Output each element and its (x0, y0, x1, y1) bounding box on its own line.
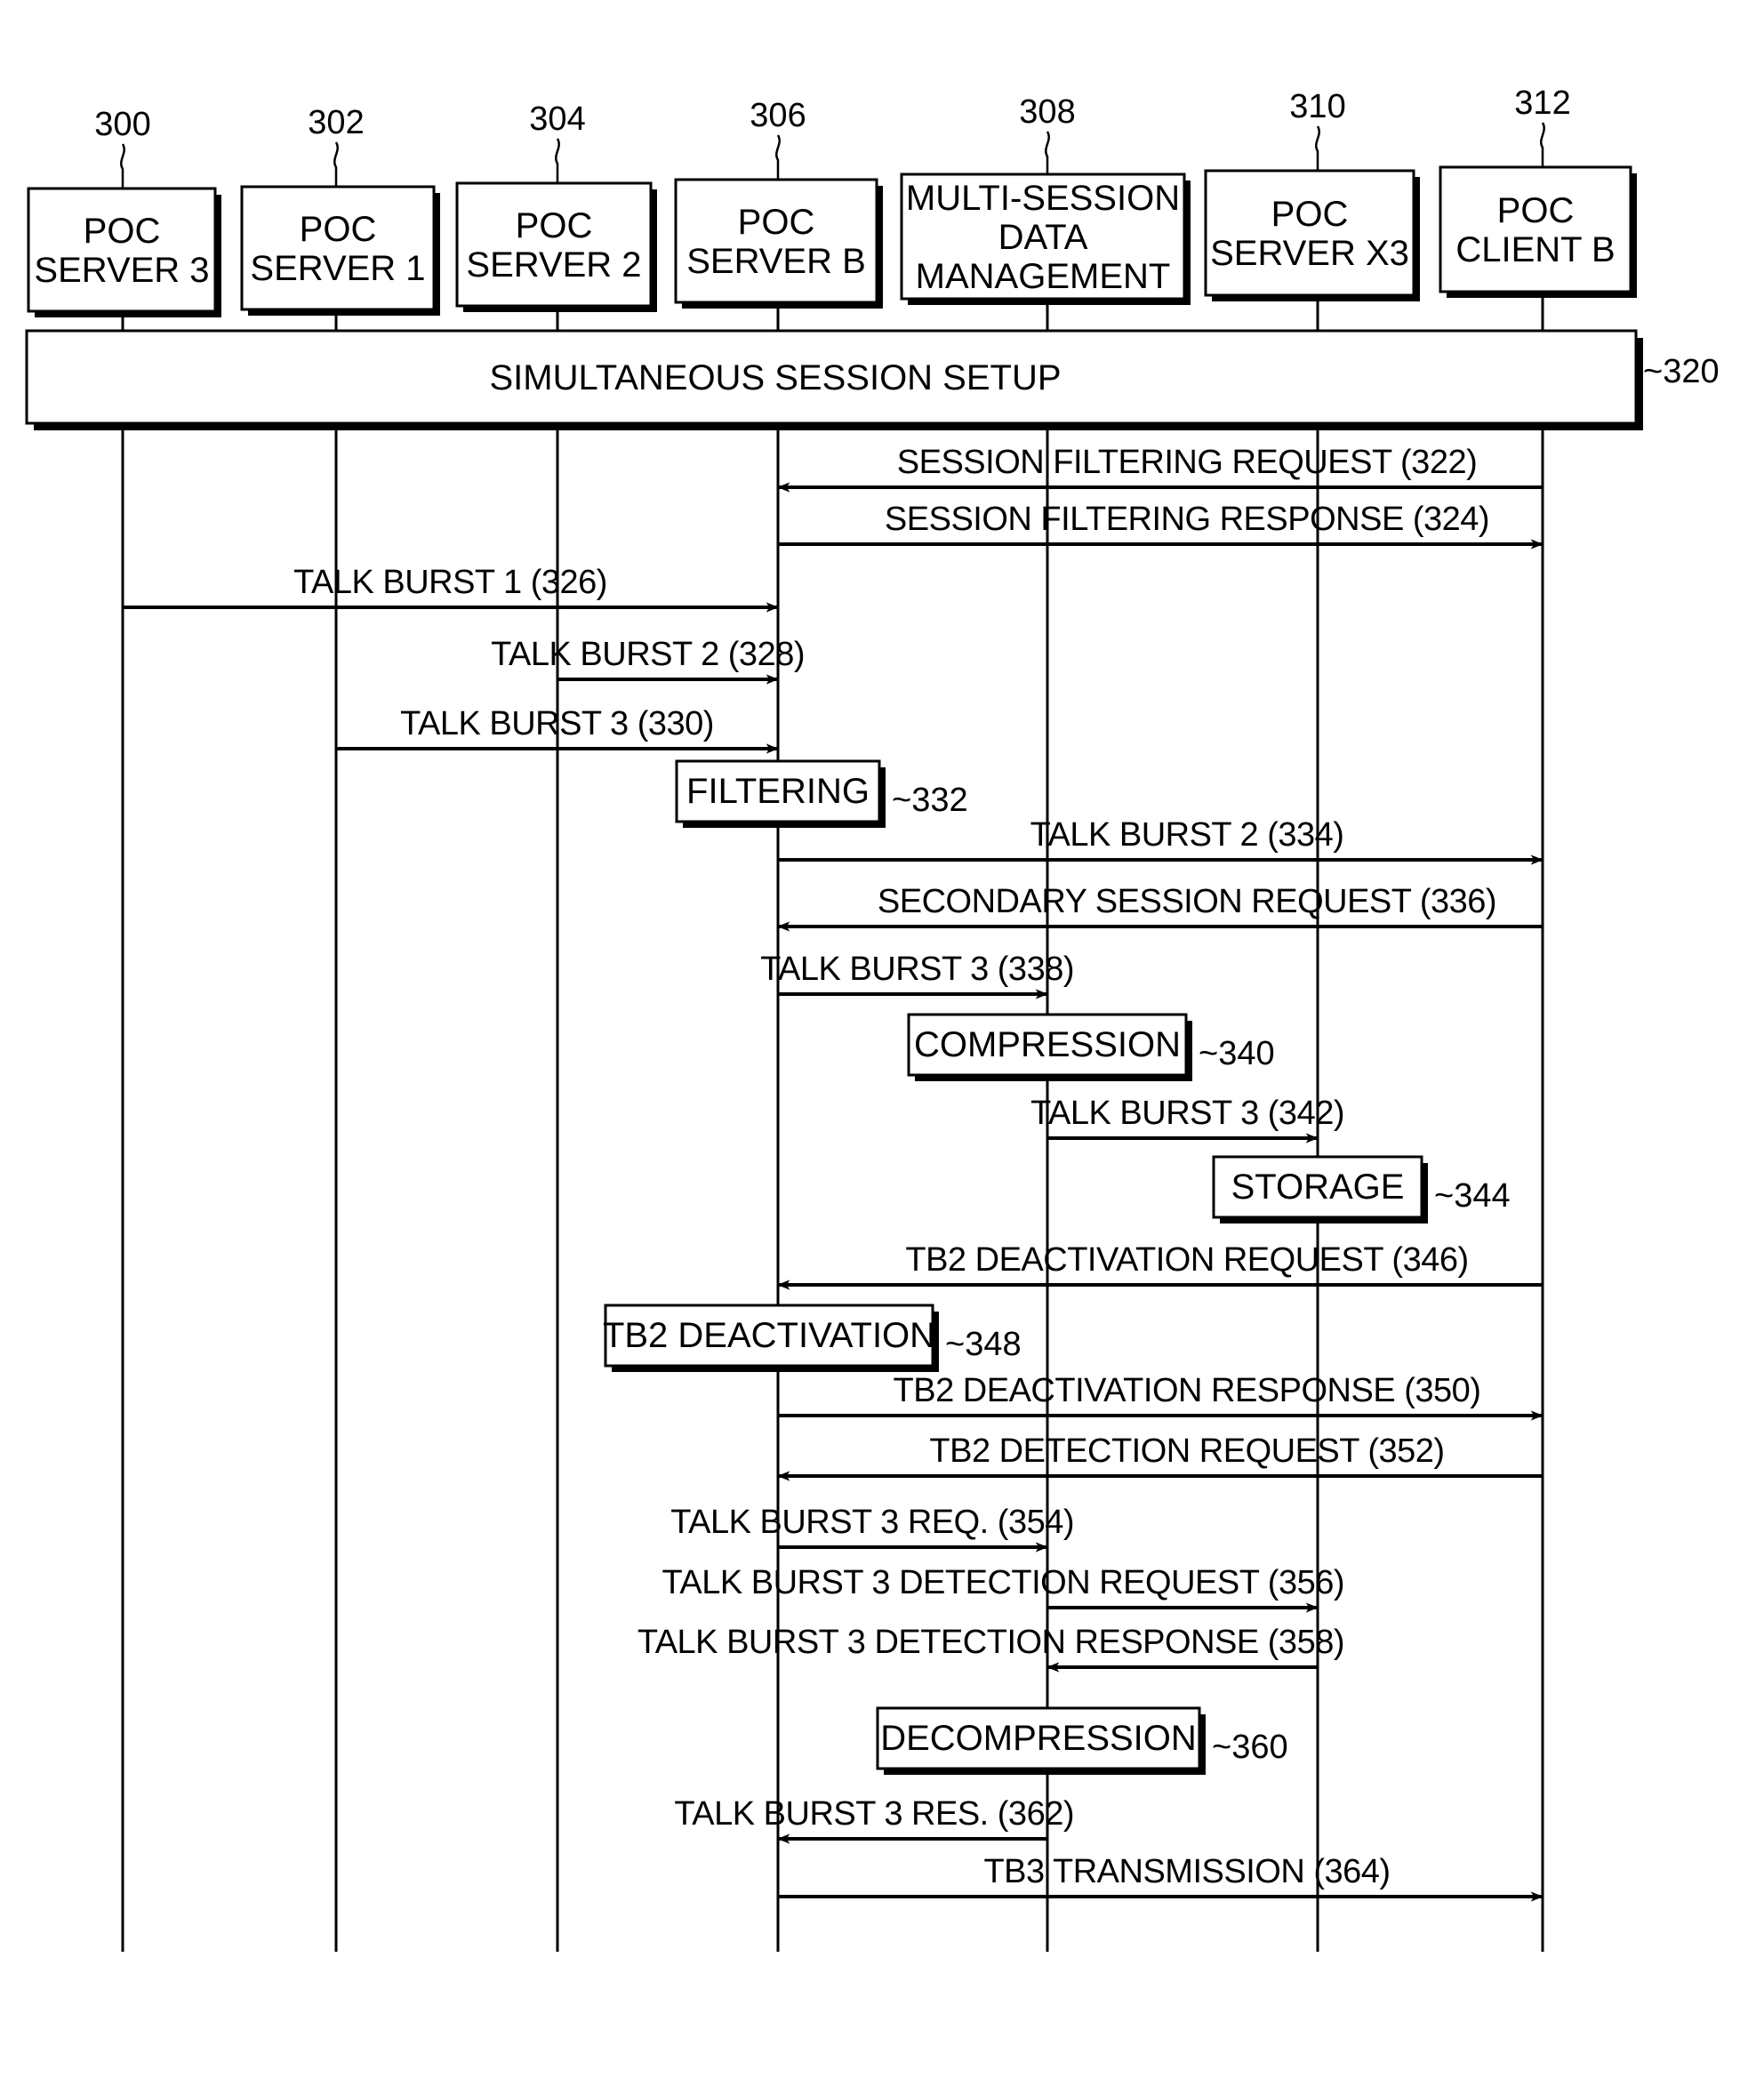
participant-304: 304 POCSERVER 2 (455, 100, 657, 312)
message-arrow: TB2 DEACTIVATION RESPONSE (350) (778, 1372, 1544, 1421)
participant-label: MULTI-SESSION (906, 179, 1180, 218)
message-label: TALK BURST 3 (342) (1030, 1095, 1344, 1132)
participant-ref-number: 308 (1019, 93, 1075, 131)
participant-302: 302 POCSERVER 1 (240, 104, 440, 316)
message-label: TALK BURST 3 DETECTION REQUEST (356) (662, 1564, 1344, 1601)
message-label: TALK BURST 3 (330) (400, 705, 714, 742)
participant-306: 306 POCSERVER B (674, 97, 883, 309)
setup-bar-ref: ~320 (1643, 353, 1720, 390)
leader-line (333, 141, 339, 187)
participant-label: POC (1497, 191, 1575, 230)
process-box: STORAGE ~344 (1212, 1155, 1511, 1224)
message-label: SECONDARY SESSION REQUEST (336) (878, 883, 1496, 920)
participants: 300POCSERVER 3302POCSERVER 1304POCSERVER… (27, 84, 1637, 317)
message-arrow: TALK BURST 3 (342) (1030, 1095, 1345, 1143)
participant-310: 310 POCSERVER X3 (1204, 88, 1420, 301)
setup-bar-label: SIMULTANEOUS SESSION SETUP (489, 358, 1061, 397)
participant-300: 300 POCSERVER 3 (27, 106, 221, 317)
message-arrow: TALK BURST 1 (326) (123, 564, 779, 613)
participant-ref-number: 312 (1514, 84, 1570, 122)
message-label: TALK BURST 3 RES. (362) (674, 1795, 1074, 1833)
message-arrow: TALK BURST 2 (334) (778, 816, 1544, 865)
message-arrow: TB2 DETECTION REQUEST (352) (777, 1432, 1543, 1481)
message-arrow: TALK BURST 3 (330) (336, 705, 779, 754)
message-label: TB2 DETECTION REQUEST (352) (929, 1432, 1444, 1470)
message-label: TB2 DEACTIVATION RESPONSE (350) (894, 1372, 1481, 1409)
leader-line (1540, 122, 1545, 167)
process-ref: ~348 (945, 1326, 1022, 1363)
process-ref: ~340 (1199, 1035, 1275, 1072)
participant-label: POC (1271, 195, 1349, 234)
session-setup-bar: SIMULTANEOUS SESSION SETUP ~320 (25, 329, 1720, 430)
leader-line (775, 134, 781, 180)
message-label: SESSION FILTERING REQUEST (322) (897, 444, 1477, 481)
message-arrow: TALK BURST 3 REQ. (354) (670, 1504, 1075, 1552)
message-arrow: TALK BURST 3 RES. (362) (674, 1795, 1075, 1844)
participant-308: 308 MULTI-SESSIONDATAMANAGEMENT (900, 93, 1191, 305)
leader-line (1045, 131, 1050, 174)
message-arrow: TALK BURST 3 DETECTION REQUEST (356) (662, 1564, 1345, 1613)
message-label: TALK BURST 2 (334) (1030, 816, 1344, 854)
process-ref: ~332 (892, 782, 968, 819)
process-label: TB2 DEACTIVATION (603, 1316, 935, 1355)
message-label: SESSION FILTERING RESPONSE (324) (885, 501, 1489, 538)
participant-label: POC (738, 203, 815, 242)
message-arrow: SECONDARY SESSION REQUEST (336) (777, 883, 1543, 932)
participant-label: DATA (998, 218, 1088, 257)
participant-ref-number: 300 (94, 106, 150, 143)
participant-label: SERVER X3 (1210, 234, 1409, 273)
leader-line (1315, 125, 1320, 171)
message-label: TALK BURST 1 (326) (293, 564, 607, 601)
participant-ref-number: 306 (750, 97, 806, 134)
leader-line (120, 143, 125, 189)
participant-ref-number: 302 (308, 104, 364, 141)
process-ref: ~360 (1212, 1729, 1288, 1766)
participant-label: SERVER 2 (466, 245, 641, 285)
process-box: DECOMPRESSION ~360 (876, 1706, 1288, 1775)
message-label: TALK BURST 3 (338) (760, 951, 1074, 988)
message-label: TB3 TRANSMISSION (364) (983, 1853, 1390, 1890)
sequence-diagram: 300POCSERVER 3302POCSERVER 1304POCSERVER… (25, 84, 1720, 1952)
process-box: COMPRESSION ~340 (907, 1013, 1275, 1081)
process-label: DECOMPRESSION (880, 1719, 1197, 1758)
message-arrow: TALK BURST 2 (328) (491, 636, 806, 685)
leader-line (555, 138, 560, 183)
process-label: COMPRESSION (914, 1025, 1181, 1064)
participant-ref-number: 310 (1289, 88, 1345, 125)
message-label: TALK BURST 3 REQ. (354) (670, 1504, 1074, 1541)
participant-ref-number: 304 (529, 100, 585, 138)
participant-label: SERVER B (686, 242, 866, 281)
message-label: TALK BURST 2 (328) (491, 636, 805, 673)
message-label: TB2 DEACTIVATION REQUEST (346) (905, 1241, 1468, 1279)
message-arrow: SESSION FILTERING RESPONSE (324) (778, 501, 1544, 550)
process-label: STORAGE (1231, 1167, 1405, 1207)
participant-label: POC (516, 206, 593, 245)
message-arrow: SESSION FILTERING REQUEST (322) (777, 444, 1543, 493)
participant-label: SERVER 3 (34, 251, 209, 290)
process-label: FILTERING (686, 772, 870, 811)
message-arrow: TALK BURST 3 DETECTION RESPONSE (358) (637, 1624, 1345, 1673)
message-arrow: TB2 DEACTIVATION REQUEST (346) (777, 1241, 1543, 1290)
participant-label: MANAGEMENT (916, 257, 1171, 296)
message-arrow: TALK BURST 3 (338) (760, 951, 1075, 999)
participant-312: 312 POCCLIENT B (1439, 84, 1637, 298)
participant-label: POC (300, 210, 377, 249)
participant-label: POC (84, 212, 161, 251)
message-arrow: TB3 TRANSMISSION (364) (778, 1853, 1544, 1902)
process-box: TB2 DEACTIVATION ~348 (603, 1304, 1022, 1372)
process-box: FILTERING ~332 (675, 759, 968, 828)
participant-label: CLIENT B (1455, 230, 1615, 269)
participant-label: SERVER 1 (250, 249, 425, 288)
process-ref: ~344 (1434, 1177, 1511, 1215)
message-label: TALK BURST 3 DETECTION RESPONSE (358) (637, 1624, 1344, 1661)
